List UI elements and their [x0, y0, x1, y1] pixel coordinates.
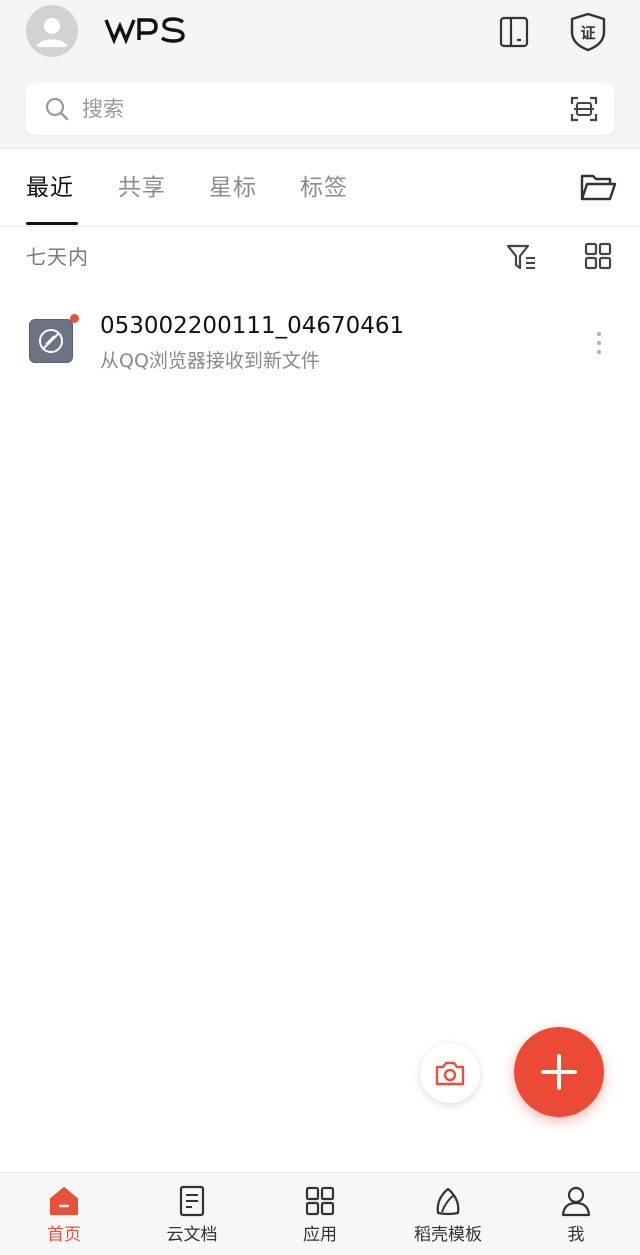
file-list-item[interactable]: 053002200111_04670461 从QQ浏览器接收到新文件 — [0, 292, 640, 392]
tablet-mode-icon[interactable] — [492, 10, 536, 54]
tabs-divider — [0, 226, 640, 227]
nav-home-label: 首页 — [47, 1225, 81, 1245]
tab-tags[interactable]: 标签 — [300, 172, 348, 204]
file-name: 053002200111_04670461 — [100, 313, 405, 339]
nav-apps-label: 应用 — [303, 1225, 337, 1245]
apps-grid-icon — [305, 1186, 335, 1216]
search-bar[interactable]: 搜索 — [26, 83, 614, 135]
file-subtitle: 从QQ浏览器接收到新文件 — [100, 350, 320, 372]
cloud-doc-icon — [179, 1185, 205, 1217]
bottom-nav: 首页 云文档 应用 稻壳模板 我 — [0, 1172, 640, 1255]
nav-me-label: 我 — [567, 1225, 585, 1245]
user-icon — [561, 1186, 591, 1217]
avatar[interactable] — [26, 5, 78, 57]
nav-home[interactable]: 首页 — [0, 1173, 128, 1255]
tab-shared[interactable]: 共享 — [118, 172, 166, 204]
unknown-file-icon — [30, 320, 72, 362]
grid-view-icon[interactable] — [582, 240, 614, 272]
certificate-shield-icon[interactable]: 证 — [566, 10, 610, 54]
top-header: 证 搜索 — [0, 0, 640, 148]
camera-icon — [435, 1061, 465, 1086]
nav-templates[interactable]: 稻壳模板 — [384, 1173, 512, 1255]
svg-text:证: 证 — [580, 24, 595, 42]
tab-bar: 最近 共享 星标 标签 — [0, 150, 640, 226]
folder-icon[interactable] — [578, 168, 618, 208]
nav-cloud-docs-label: 云文档 — [166, 1225, 218, 1245]
camera-button[interactable] — [420, 1043, 480, 1103]
active-tab-indicator — [26, 222, 78, 225]
filter-icon[interactable] — [504, 240, 538, 274]
scan-icon[interactable] — [570, 95, 598, 123]
more-vertical-icon[interactable] — [588, 328, 610, 358]
header-divider — [0, 148, 640, 149]
wps-logo — [104, 17, 185, 45]
tab-recent[interactable]: 最近 — [26, 172, 74, 204]
nav-templates-label: 稻壳模板 — [414, 1225, 482, 1245]
home-icon — [50, 1187, 78, 1215]
new-file-button[interactable] — [514, 1027, 604, 1117]
nav-cloud-docs[interactable]: 云文档 — [128, 1173, 256, 1255]
search-icon — [45, 97, 69, 121]
section-label: 七天内 — [26, 245, 89, 269]
plus-icon — [541, 1054, 577, 1090]
leaf-icon — [436, 1187, 460, 1216]
tab-starred[interactable]: 星标 — [209, 172, 257, 204]
avatar-icon — [37, 18, 67, 47]
unread-dot — [70, 314, 79, 323]
search-input[interactable]: 搜索 — [82, 96, 124, 122]
nav-me[interactable]: 我 — [512, 1173, 640, 1255]
nav-apps[interactable]: 应用 — [256, 1173, 384, 1255]
